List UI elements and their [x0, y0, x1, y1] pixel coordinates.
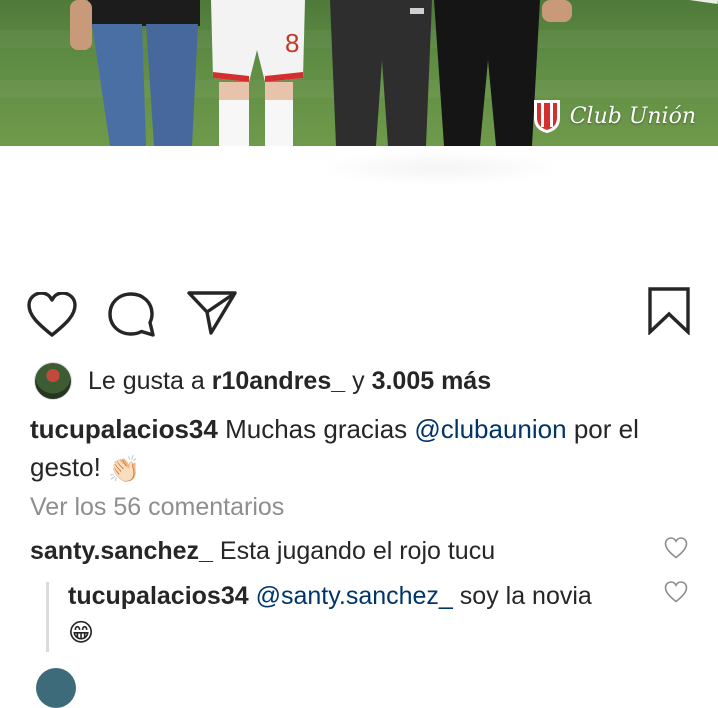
bookmark-icon[interactable]	[647, 287, 691, 335]
view-all-comments-link[interactable]: Ver los 56 comentarios	[30, 493, 284, 522]
club-shield-icon	[533, 100, 560, 133]
caption-mention[interactable]: @clubaunion	[414, 414, 566, 444]
person-player: 8	[211, 0, 305, 146]
reply-thread-line	[46, 582, 49, 652]
heart-icon[interactable]	[27, 292, 77, 338]
comment-text: Esta jugando el rojo tucu	[219, 537, 496, 565]
comment-item: santy.sanchez_ Esta jugando el rojo tucu	[30, 533, 495, 569]
comment-icon[interactable]	[107, 291, 157, 339]
liker-avatar[interactable]	[34, 362, 72, 400]
reply-mention[interactable]: @santy.sanchez_	[256, 582, 453, 610]
reply-like-heart-icon[interactable]	[664, 581, 688, 603]
reply-text: soy la novia	[459, 582, 592, 610]
comment-like-heart-icon[interactable]	[664, 537, 688, 559]
person-tracksuit	[330, 0, 432, 146]
person-jeans	[70, 0, 200, 146]
brand-text: Club Unión	[569, 103, 696, 129]
post-image[interactable]: 8 Club Unión	[0, 0, 718, 146]
comment-username[interactable]: santy.sanchez_	[30, 537, 213, 565]
next-comment-avatar[interactable]	[36, 668, 76, 708]
reply-username[interactable]: tucupalacios34	[68, 582, 249, 610]
club-union-watermark: Club Unión	[532, 98, 696, 134]
image-shadow	[315, 150, 565, 186]
grinning-emoji: 😁	[68, 619, 95, 648]
field-line	[638, 0, 718, 4]
action-bar	[0, 287, 718, 337]
likes-summary[interactable]: Le gusta a r10andres_ y 3.005 más	[34, 362, 491, 400]
caption-username[interactable]: tucupalacios34	[30, 414, 218, 444]
paper-plane-icon[interactable]	[186, 290, 238, 336]
likes-prefix: Le gusta a	[88, 366, 205, 395]
likes-joiner: y	[352, 366, 365, 395]
likes-count[interactable]: 3.005 más	[372, 367, 492, 396]
jersey-number: 8	[285, 28, 299, 58]
clapping-emoji: 👏🏻	[108, 454, 141, 485]
caption-text: Muchas gracias	[225, 414, 408, 444]
liker-username[interactable]: r10andres_	[212, 367, 345, 396]
reply-item: tucupalacios34 @santy.sanchez_ soy la no…	[68, 578, 648, 651]
post-caption: tucupalacios34 Muchas gracias @clubaunio…	[30, 410, 680, 488]
